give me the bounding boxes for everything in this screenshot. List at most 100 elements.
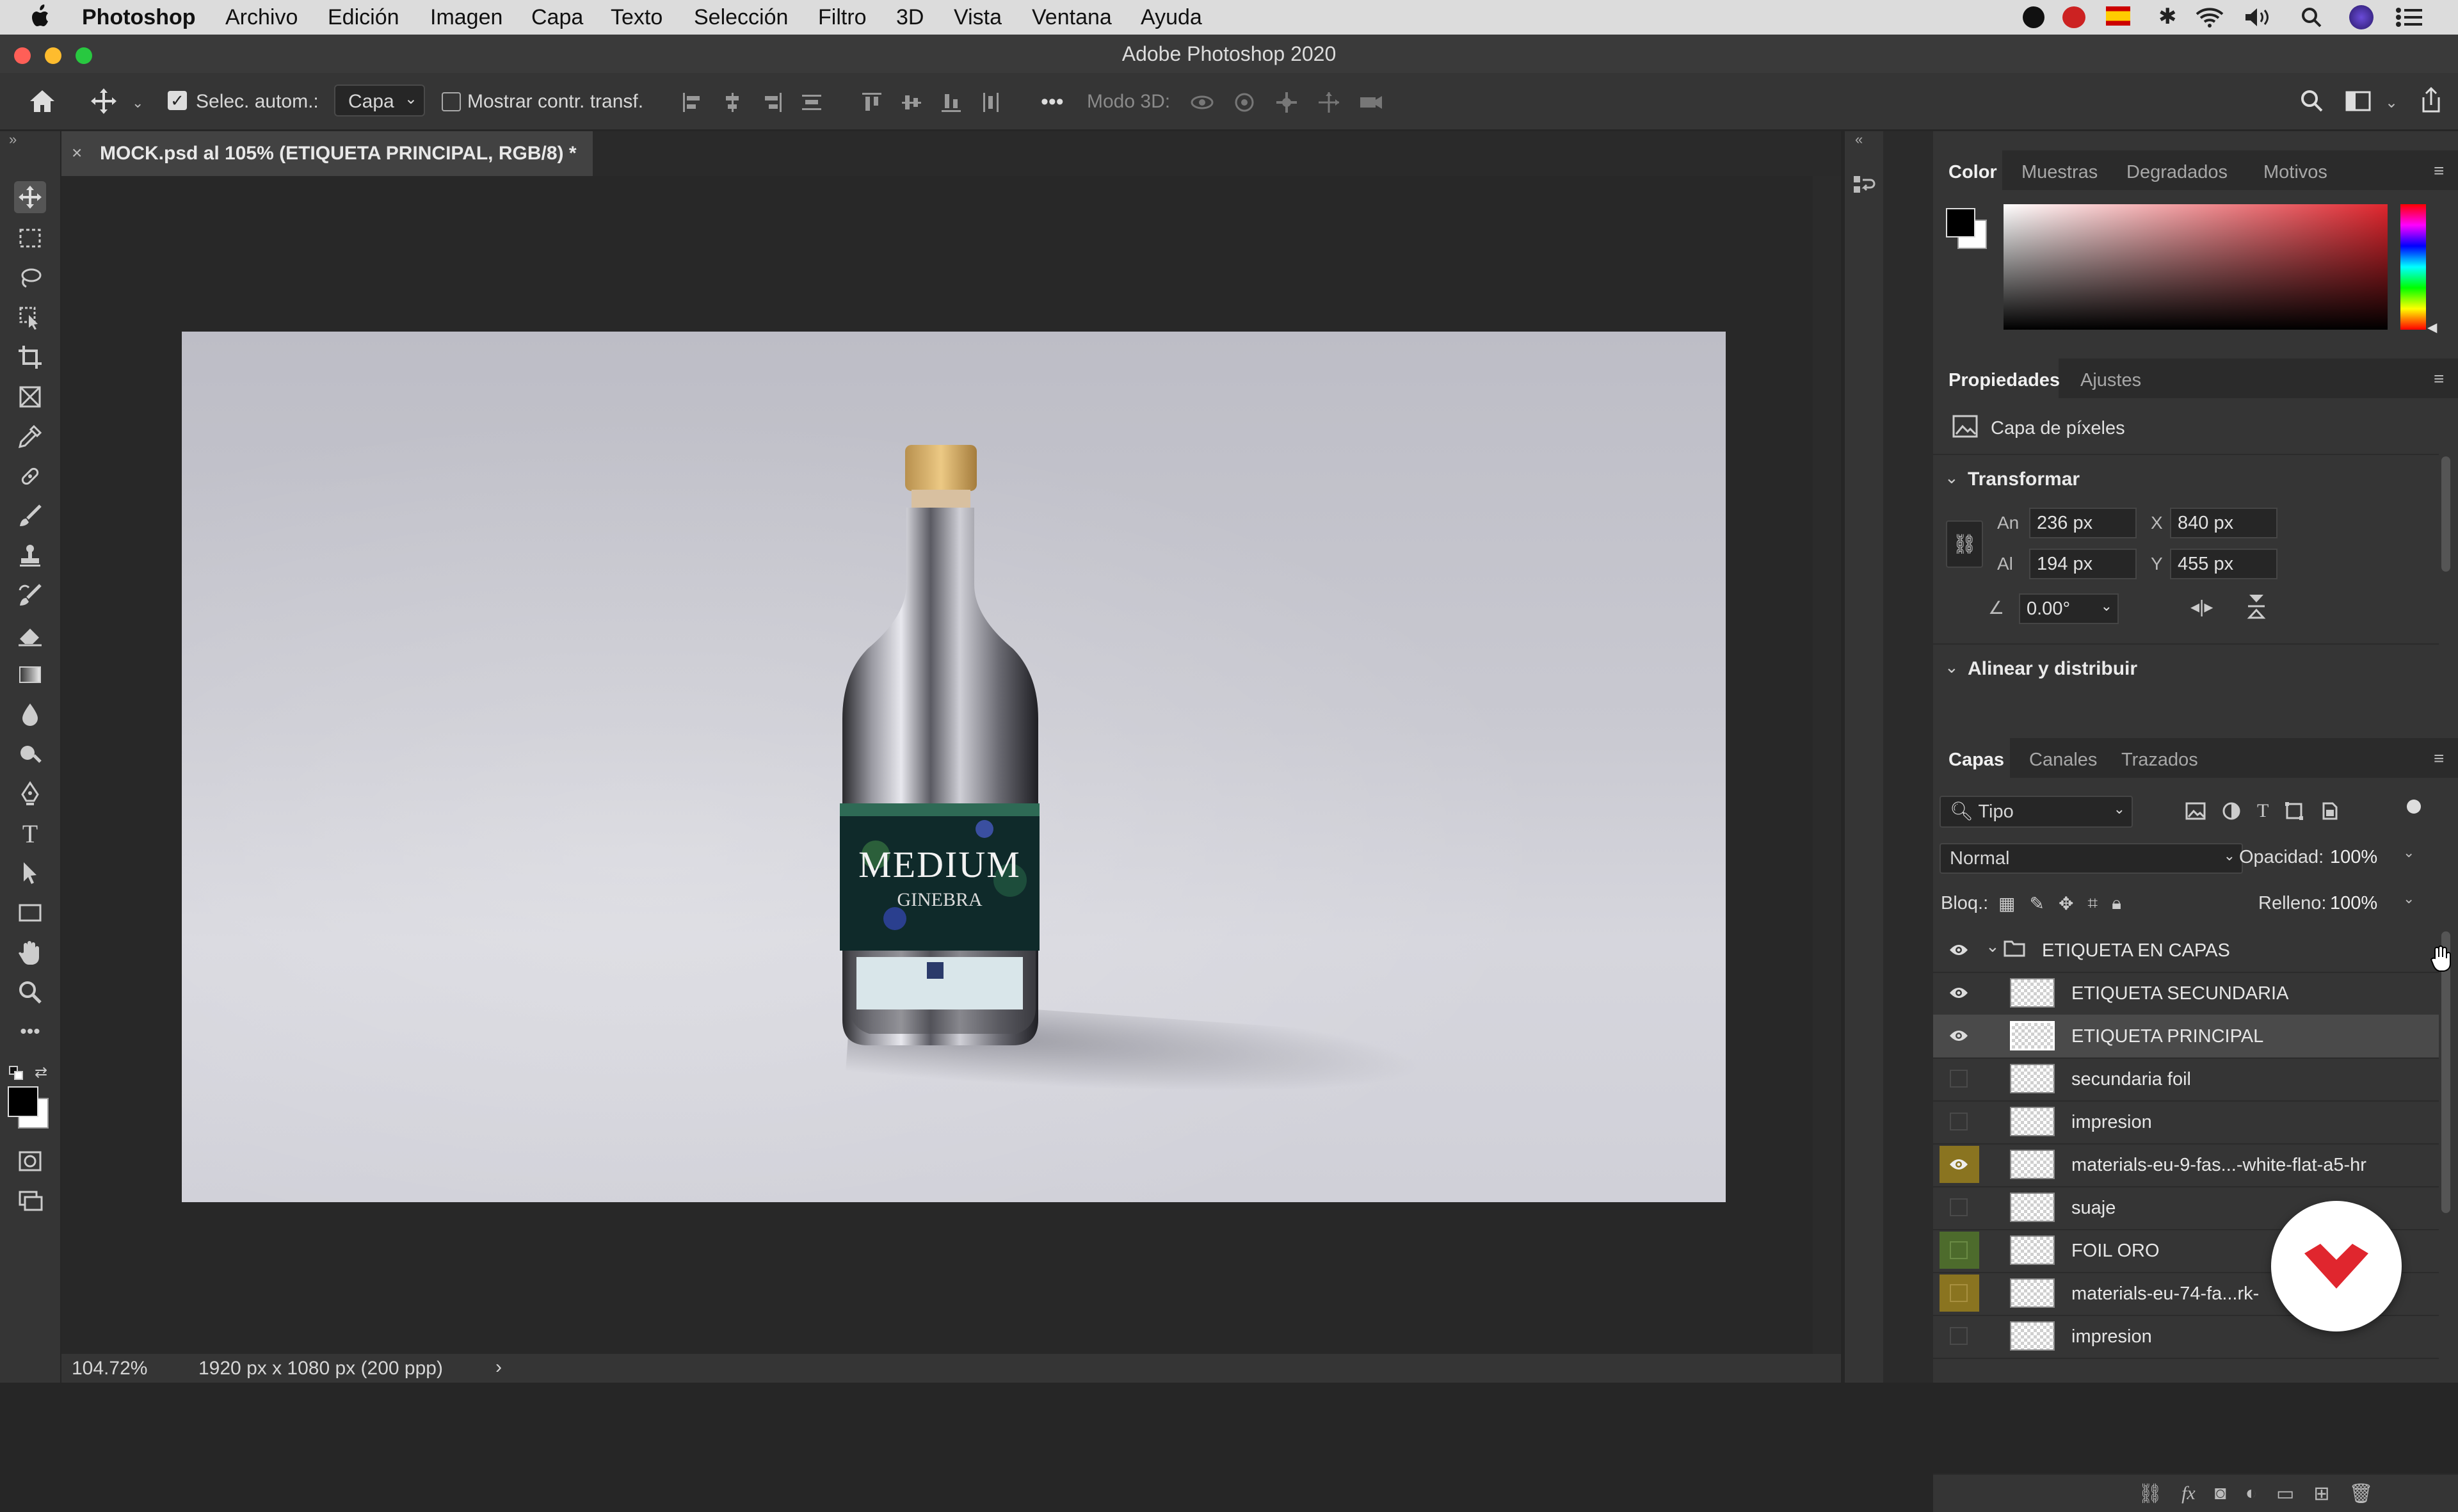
tab-layers[interactable]: Capas <box>1948 750 2004 771</box>
auto-select-dropdown[interactable]: Capa ⌄ <box>334 84 425 117</box>
tab-color[interactable]: Color <box>1948 162 1997 183</box>
status-menu-arrow[interactable]: › <box>495 1356 502 1378</box>
object-selection-tool-icon[interactable] <box>14 302 46 334</box>
menu-app-name[interactable]: Photoshop <box>82 5 196 30</box>
wifi-icon[interactable] <box>2196 6 2224 28</box>
tab-paths[interactable]: Trazados <box>2121 750 2198 771</box>
eraser-tool-icon[interactable] <box>14 619 46 651</box>
close-tab-icon[interactable]: × <box>72 143 82 163</box>
expand-panels-icon[interactable]: « <box>1855 131 1863 148</box>
path-selection-tool-icon[interactable] <box>14 857 46 889</box>
filter-shape-icon[interactable] <box>2284 801 2304 821</box>
foreground-color-swatch[interactable] <box>8 1086 38 1117</box>
layer-row[interactable]: secundaria foil <box>1933 1058 2439 1102</box>
tab-adjustments[interactable]: Ajustes <box>2080 370 2141 391</box>
layer-row[interactable]: impresion <box>1933 1100 2439 1145</box>
apple-icon[interactable] <box>28 4 50 29</box>
screen-mode-icon[interactable] <box>14 1185 46 1217</box>
opacity-chevron-icon[interactable]: ⌄ <box>2403 844 2414 861</box>
angle-chevron-icon[interactable]: ⌄ <box>2101 592 2112 620</box>
menu-vista[interactable]: Vista <box>954 5 1002 30</box>
tab-gradients[interactable]: Degradados <box>2126 162 2228 183</box>
zoom-level[interactable]: 104.72% <box>72 1358 147 1379</box>
lock-artboard-icon[interactable]: ⌗ <box>2087 893 2098 914</box>
filter-smart-object-icon[interactable] <box>2320 801 2340 821</box>
workspace-chevron-icon[interactable]: ⌄ <box>2385 93 2398 112</box>
visibility-off-box[interactable] <box>1947 1196 1970 1218</box>
crop-tool-icon[interactable] <box>14 341 46 373</box>
lock-transparent-icon[interactable]: ▦ <box>1998 893 2015 914</box>
fill-value[interactable]: 100% <box>2330 893 2377 914</box>
search-icon[interactable] <box>2299 88 2325 114</box>
menu-ventana[interactable]: Ventana <box>1032 5 1112 30</box>
3d-pan-icon[interactable] <box>1274 91 1299 114</box>
lock-all-icon[interactable]: 🔒︎ <box>2112 893 2121 914</box>
history-panel-icon[interactable] <box>1852 173 1876 199</box>
visibility-off-box[interactable] <box>1947 1239 1970 1261</box>
spanish-flag-icon[interactable] <box>2106 6 2130 26</box>
volume-icon[interactable] <box>2244 6 2274 28</box>
preset-chevron-icon[interactable]: ⌄ <box>132 95 143 111</box>
3d-orbit-icon[interactable] <box>1189 91 1215 114</box>
eyedropper-tool-icon[interactable] <box>14 421 46 453</box>
align-distribute-title[interactable]: Alinear y distribuir <box>1968 658 2137 680</box>
minimize-window-button[interactable] <box>45 47 61 64</box>
height-field[interactable]: 194 px <box>2029 549 2137 579</box>
transform-chevron-icon[interactable]: ⌄ <box>1945 468 1959 488</box>
gradient-tool-icon[interactable] <box>14 659 46 691</box>
visibility-off-box[interactable] <box>1947 1111 1970 1132</box>
collapse-toolbar-icon[interactable]: » <box>9 131 17 148</box>
menu-texto[interactable]: Texto <box>611 5 663 30</box>
siri-icon[interactable] <box>2349 5 2374 29</box>
align-bottom-icon[interactable] <box>940 91 963 114</box>
transform-title[interactable]: Transformar <box>1968 469 2080 490</box>
color-panel-menu-icon[interactable]: ≡ <box>2434 161 2444 181</box>
menu-3d[interactable]: 3D <box>896 5 924 30</box>
align-center-h-icon[interactable] <box>721 91 744 114</box>
hand-tool-icon[interactable] <box>14 937 46 969</box>
align-middle-icon[interactable] <box>900 91 923 114</box>
filter-toggle-icon[interactable] <box>2407 800 2421 814</box>
zoom-window-button[interactable] <box>76 47 92 64</box>
visibility-off-box[interactable] <box>1947 1068 1970 1090</box>
distribute-h-icon[interactable] <box>979 91 1002 114</box>
control-center-icon[interactable] <box>2395 6 2423 28</box>
creative-cloud-icon[interactable] <box>2062 6 2085 28</box>
new-group-icon[interactable]: ▭ <box>2276 1483 2294 1505</box>
flip-vertical-icon[interactable] <box>2247 593 2266 619</box>
tab-properties[interactable]: Propiedades <box>1948 370 2060 391</box>
link-dimensions-icon[interactable]: ⛓ <box>1946 520 1983 568</box>
menu-capa[interactable]: Capa <box>531 5 583 30</box>
menu-imagen[interactable]: Imagen <box>430 5 502 30</box>
spotlight-icon[interactable] <box>2301 6 2322 28</box>
visibility-eye-icon[interactable] <box>1947 1154 1970 1175</box>
stamp-tool-icon[interactable] <box>14 540 46 572</box>
menu-filtro[interactable]: Filtro <box>818 5 867 30</box>
lock-paint-icon[interactable]: ✎ <box>2029 893 2044 914</box>
home-icon[interactable] <box>28 88 56 114</box>
visibility-off-box[interactable] <box>1947 1325 1970 1347</box>
3d-slide-icon[interactable] <box>1316 91 1342 114</box>
edit-toolbar-icon[interactable]: ••• <box>14 1016 46 1048</box>
quick-mask-icon[interactable] <box>14 1145 46 1177</box>
lasso-tool-icon[interactable] <box>14 262 46 294</box>
x-field[interactable]: 840 px <box>2170 508 2277 538</box>
visibility-eye-icon[interactable] <box>1947 939 1970 961</box>
marquee-tool-icon[interactable] <box>14 222 46 254</box>
menu-ayuda[interactable]: Ayuda <box>1141 5 1202 30</box>
tab-swatches[interactable]: Muestras <box>2021 162 2098 183</box>
color-fg-swatch[interactable] <box>1946 208 1975 237</box>
3d-camera-icon[interactable] <box>1358 91 1384 114</box>
align-left-icon[interactable] <box>681 91 704 114</box>
delete-layer-icon[interactable]: 🗑︎ <box>2349 1483 2374 1505</box>
menu-seleccion[interactable]: Selección <box>694 5 788 30</box>
properties-menu-icon[interactable]: ≡ <box>2434 369 2444 389</box>
swap-colors-icon[interactable]: ⇄ <box>35 1063 47 1082</box>
layer-row-selected[interactable]: ETIQUETA PRINCIPAL <box>1933 1015 2439 1059</box>
tab-patterns[interactable]: Motivos <box>2263 162 2327 183</box>
filter-type-icon[interactable]: T <box>2257 801 2269 821</box>
document-tab[interactable]: × MOCK.psd al 105% (ETIQUETA PRINCIPAL, … <box>61 131 593 176</box>
default-colors-icon[interactable] <box>9 1066 24 1081</box>
add-mask-icon[interactable]: ◙ <box>2215 1483 2226 1505</box>
close-window-button[interactable] <box>14 47 31 64</box>
